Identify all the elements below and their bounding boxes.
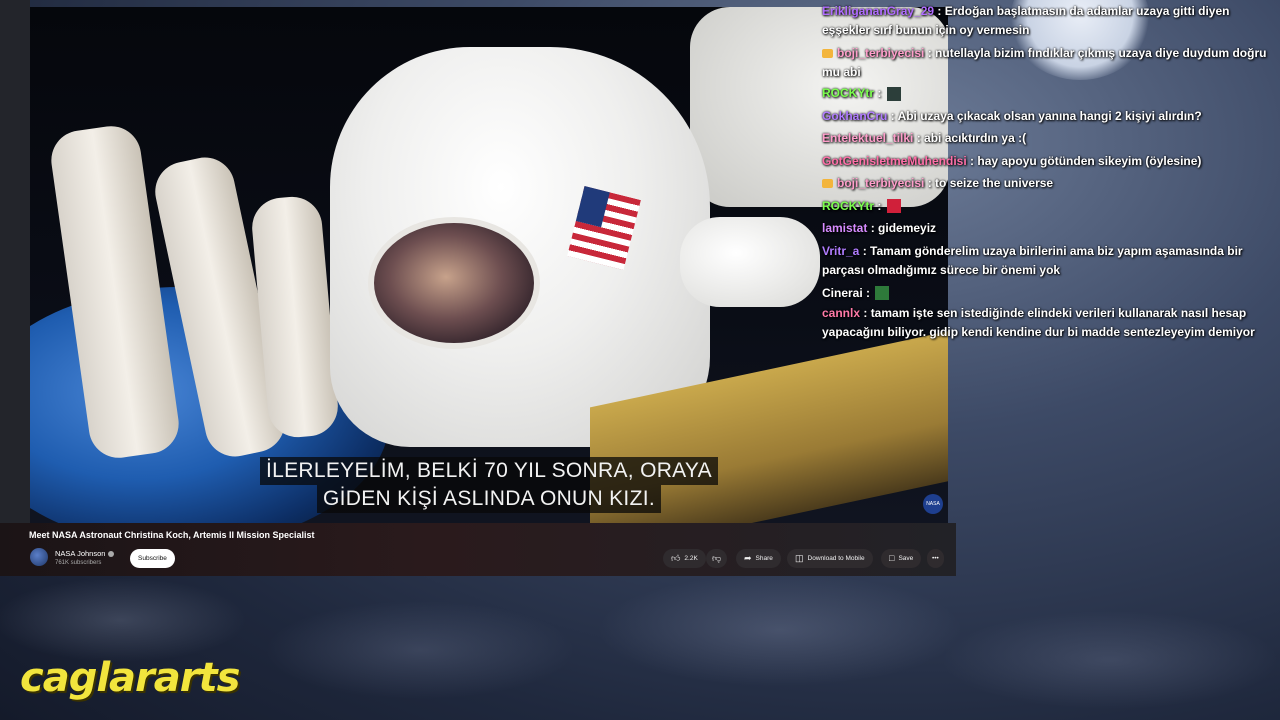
chat-username: ROCKYtr	[822, 86, 875, 100]
more-options-button[interactable]: •••	[927, 549, 944, 568]
chat-message: ErikligananGray_29 : Erdoğan başlatmasın…	[822, 4, 1230, 37]
chat-text: tamam işte sen istediğinde elindeki veri…	[822, 306, 1255, 339]
video-player[interactable]: NASA İLERLEYELİM, BELKİ 70 YIL SONRA, OR…	[30, 7, 948, 523]
chat-text: hay apoyu götünden sikeyim (öylesine)	[977, 153, 1202, 168]
chat-message: boji_terbiyecisi : nutellayla bizim fınd…	[822, 46, 1267, 79]
chat-message: cannlx : tamam işte sen istediğinde elin…	[822, 306, 1255, 339]
like-count: 2.2K	[684, 555, 698, 562]
like-dislike-group: 👍︎ 2.2K	[663, 549, 706, 569]
share-label: Share	[755, 555, 773, 562]
bookmark-icon: □	[889, 553, 895, 563]
emote-icon	[875, 286, 890, 301]
channel-avatar[interactable]	[30, 548, 48, 566]
download-wrapper: ◫ Download to Mobile	[787, 549, 873, 569]
emote-icon	[886, 199, 901, 214]
chat-text: abi acıktırdın ya :(	[924, 131, 1027, 145]
share-button[interactable]: ➦ Share	[736, 549, 781, 568]
chat-text: Tamam gönderelim uzaya birilerini ama bi…	[822, 243, 1243, 277]
like-button[interactable]: 👍︎ 2.2K	[663, 549, 706, 568]
left-edge-strip	[0, 0, 30, 575]
chat-username: cannlx	[822, 306, 861, 320]
chat-username: Entelektuel_tilki	[822, 131, 914, 145]
chat-username: boji_terbiyecisi	[837, 176, 925, 190]
chat-message: Cinerai :	[822, 282, 1272, 305]
chat-username: Vritr_a	[822, 243, 860, 258]
download-label: Download to Mobile	[807, 555, 865, 562]
more-wrapper: •••	[927, 549, 944, 569]
video-subtitle: İLERLEYELİM, BELKİ 70 YIL SONRA, ORAYA G…	[30, 457, 948, 513]
astronaut-helmet	[368, 217, 540, 349]
dislike-button[interactable]: 👎︎	[706, 549, 728, 568]
verified-icon	[108, 551, 115, 558]
save-label: Save	[898, 555, 914, 562]
share-wrapper: ➦ Share	[736, 549, 781, 569]
emoji-badge-icon	[822, 49, 833, 59]
chat-overlay: ErikligananGray_29 : Erdoğan başlatmasın…	[822, 2, 1272, 342]
emote-icon	[886, 86, 901, 101]
chat-username: GotGenisletmeMuhendisi	[822, 153, 967, 168]
chat-username: ROCKYtr	[822, 198, 875, 213]
video-title: Meet NASA Astronaut Christina Koch, Arte…	[29, 530, 315, 540]
chat-username: lamistat	[822, 221, 868, 235]
save-wrapper: □ Save	[881, 549, 922, 569]
subtitle-line-2: GİDEN KİŞİ ASLINDA ONUN KIZI.	[317, 485, 661, 513]
chat-text: to seize the universe	[935, 176, 1054, 190]
thumbs-down-icon: 👎︎	[712, 553, 722, 563]
channel-name-text[interactable]: NASA Johnson	[55, 549, 105, 558]
astronaut-glove	[680, 217, 820, 307]
share-arrow-icon: ➦	[744, 553, 752, 563]
chat-text: Abi uzaya çıkacak olsan yanına hangi 2 k…	[897, 108, 1202, 123]
subtitle-line-1: İLERLEYELİM, BELKİ 70 YIL SONRA, ORAYA	[260, 457, 718, 485]
download-icon: ◫	[795, 553, 804, 563]
chat-username: ErikligananGray_29	[822, 4, 935, 18]
chat-message: Vritr_a : Tamam gönderelim uzaya biriler…	[822, 243, 1243, 277]
dislike-wrapper: 👎︎	[706, 549, 728, 569]
chat-message: ROCKYtr :	[822, 195, 1272, 218]
chat-message: boji_terbiyecisi : to seize the universe	[822, 172, 1272, 195]
thumbs-up-icon: 👍︎	[671, 553, 681, 563]
chat-username: boji_terbiyecisi	[837, 46, 925, 60]
subscriber-count: 761K subscribers	[55, 560, 102, 566]
channel-name[interactable]: NASA Johnson	[55, 549, 115, 558]
download-button[interactable]: ◫ Download to Mobile	[787, 549, 873, 568]
chat-message: ROCKYtr :	[822, 82, 1272, 105]
chat-message: GotGenisletmeMuhendisi : hay apoyu götün…	[822, 153, 1202, 168]
chat-message: GokhanCru : Abi uzaya çıkacak olsan yanı…	[822, 108, 1202, 123]
subscribe-button[interactable]: Subscribe	[130, 549, 175, 568]
more-options-icon: •••	[932, 555, 939, 562]
save-button[interactable]: □ Save	[881, 549, 922, 568]
channel-brand-logo: caglararts	[20, 655, 240, 701]
chat-username: Cinerai	[822, 285, 863, 300]
chat-text: gidemeyiz	[878, 221, 937, 235]
chat-message: Entelektuel_tilki : abi acıktırdın ya :(	[822, 131, 1027, 145]
chat-message: lamistat : gidemeyiz	[822, 221, 937, 235]
emoji-badge-icon	[822, 179, 833, 189]
chat-username: GokhanCru	[822, 108, 888, 123]
